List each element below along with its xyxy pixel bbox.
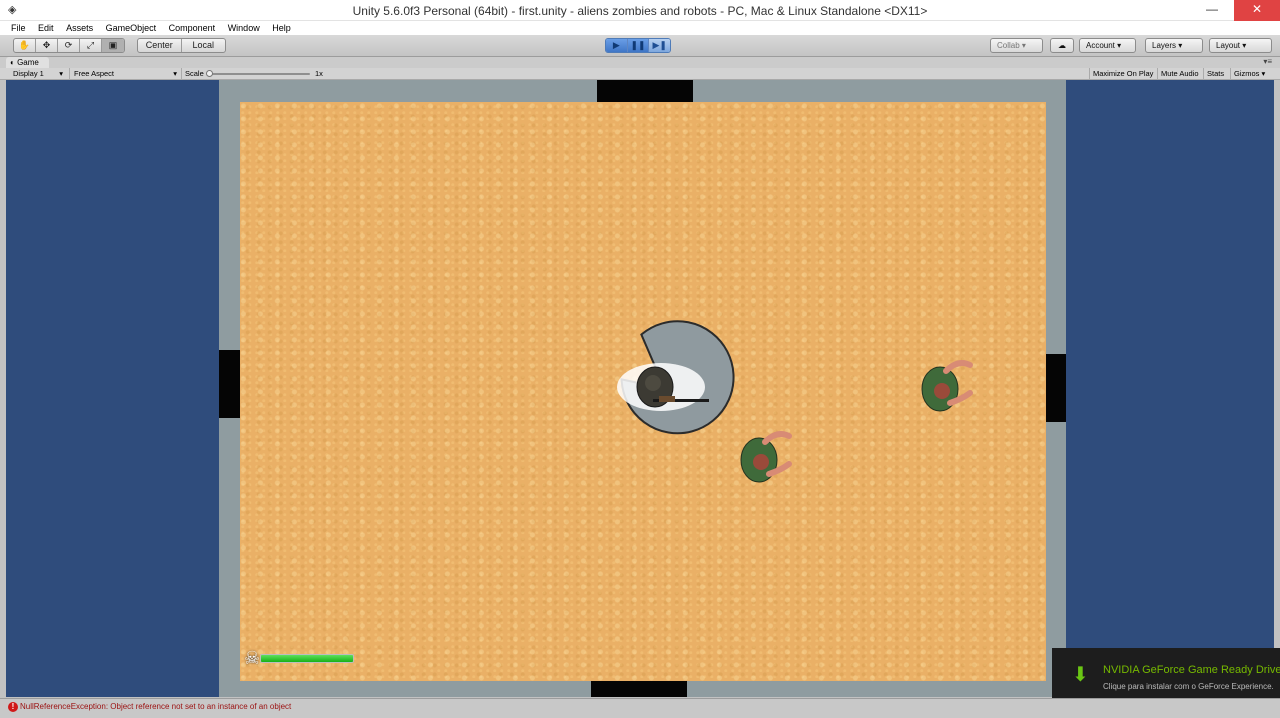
cloud-button[interactable]: ☁	[1050, 38, 1074, 53]
player-character	[617, 320, 735, 435]
step-button[interactable]: ▶❚	[649, 39, 670, 52]
chevron-down-icon: ▾	[59, 69, 63, 78]
tab-game[interactable]: ◐ Game	[6, 57, 49, 68]
menu-assets[interactable]: Assets	[61, 21, 98, 35]
scale-icon[interactable]: ⤢	[80, 39, 102, 52]
layers-dropdown[interactable]: Layers ▾	[1145, 38, 1203, 53]
menu-bar: File Edit Assets GameObject Component Wi…	[0, 21, 1280, 35]
layout-label: Layout	[1216, 41, 1241, 50]
status-bar[interactable]: ! NullReferenceException: Object referen…	[0, 698, 1280, 718]
notification-title: NVIDIA GeForce Game Ready Driver e	[1103, 664, 1280, 676]
scale-slider-track[interactable]	[210, 73, 310, 75]
account-label: Account	[1086, 41, 1115, 50]
game-view-toolbar: Display 1 ▾ Free Aspect ▾ Scale 1x Maxim…	[0, 68, 1280, 80]
menu-help[interactable]: Help	[267, 21, 296, 35]
move-icon[interactable]: ✥	[36, 39, 58, 52]
console-error-message[interactable]: NullReferenceException: Object reference…	[20, 702, 291, 711]
chevron-down-icon: ▾	[173, 69, 177, 78]
pivot-toggles: Center Local	[137, 38, 226, 53]
main-toolbar: ✋ ✥ ⟳ ⤢ ▣ Center Local ▶ ❚❚ ▶❚ Collab ▾ …	[0, 35, 1280, 57]
game-tab-label: Game	[17, 58, 39, 67]
mute-audio-toggle[interactable]: Mute Audio	[1157, 68, 1202, 80]
menu-component[interactable]: Component	[164, 21, 221, 35]
stats-label: Stats	[1207, 69, 1225, 78]
title-bar: ◈ Unity 5.6.0f3 Personal (64bit) - first…	[0, 0, 1280, 21]
window-title: Unity 5.6.0f3 Personal (64bit) - first.u…	[352, 4, 928, 18]
hand-icon[interactable]: ✋	[14, 39, 36, 52]
close-button[interactable]: ✕	[1234, 0, 1280, 21]
transform-tools: ✋ ✥ ⟳ ⤢ ▣	[13, 38, 125, 53]
collab-label: Collab	[997, 41, 1020, 50]
minimize-button[interactable]: —	[1197, 0, 1227, 21]
rect-tool-icon[interactable]: ▣	[102, 39, 124, 52]
pivot-local-label: Local	[192, 40, 214, 50]
health-bar-fill	[261, 655, 353, 662]
play-button[interactable]: ▶	[606, 39, 628, 52]
tab-bar: ◐ Game ▾≡	[0, 57, 1280, 68]
account-dropdown[interactable]: Account ▾	[1079, 38, 1136, 53]
stats-toggle[interactable]: Stats	[1203, 68, 1227, 80]
pivot-local-button[interactable]: Local	[182, 39, 226, 52]
menu-edit[interactable]: Edit	[33, 21, 59, 35]
gizmos-dropdown[interactable]: Gizmos ▾	[1230, 68, 1268, 80]
layout-dropdown[interactable]: Layout ▾	[1209, 38, 1272, 53]
menu-gameobject[interactable]: GameObject	[101, 21, 162, 35]
maximize-on-play-label: Maximize On Play	[1093, 69, 1154, 78]
collab-dropdown[interactable]: Collab ▾	[990, 38, 1043, 53]
nvidia-notification[interactable]: ⬇ NVIDIA GeForce Game Ready Driver e Cli…	[1052, 648, 1280, 702]
game-sprites	[617, 320, 973, 483]
zombie-enemy	[740, 431, 792, 483]
unity-editor-window: ◈ Unity 5.6.0f3 Personal (64bit) - first…	[0, 0, 1280, 718]
mute-audio-label: Mute Audio	[1161, 69, 1199, 78]
scale-slider-handle[interactable]	[206, 70, 213, 77]
gizmos-label: Gizmos	[1234, 69, 1260, 78]
notification-subtitle: Clique para instalar com o GeForce Exper…	[1103, 682, 1274, 691]
download-arrow-icon: ⬇	[1072, 664, 1089, 686]
game-viewport[interactable]: ☠	[6, 80, 1274, 697]
game-tab-icon: ◐	[10, 58, 15, 67]
pivot-center-button[interactable]: Center	[138, 39, 182, 52]
play-controls: ▶ ❚❚ ▶❚	[605, 38, 671, 53]
aspect-dropdown[interactable]: Free Aspect ▾	[69, 68, 179, 80]
rotate-icon[interactable]: ⟳	[58, 39, 80, 52]
pivot-center-label: Center	[145, 40, 173, 50]
maximize-on-play-toggle[interactable]: Maximize On Play	[1089, 68, 1156, 80]
scale-label: Scale	[181, 68, 204, 80]
scale-value: 1x	[315, 69, 323, 78]
zombie-enemy	[921, 360, 973, 412]
error-icon: !	[8, 702, 18, 712]
health-bar	[260, 654, 354, 663]
pause-button[interactable]: ❚❚	[627, 39, 650, 52]
layers-label: Layers	[1152, 41, 1177, 50]
display-label: Display 1	[13, 69, 44, 78]
tab-menu-icon[interactable]: ▾≡	[1263, 57, 1272, 67]
aspect-label: Free Aspect	[74, 69, 115, 78]
menu-window[interactable]: Window	[223, 21, 265, 35]
display-dropdown[interactable]: Display 1 ▾	[13, 68, 65, 80]
menu-file[interactable]: File	[6, 21, 31, 35]
cloud-icon: ☁	[1058, 41, 1066, 50]
